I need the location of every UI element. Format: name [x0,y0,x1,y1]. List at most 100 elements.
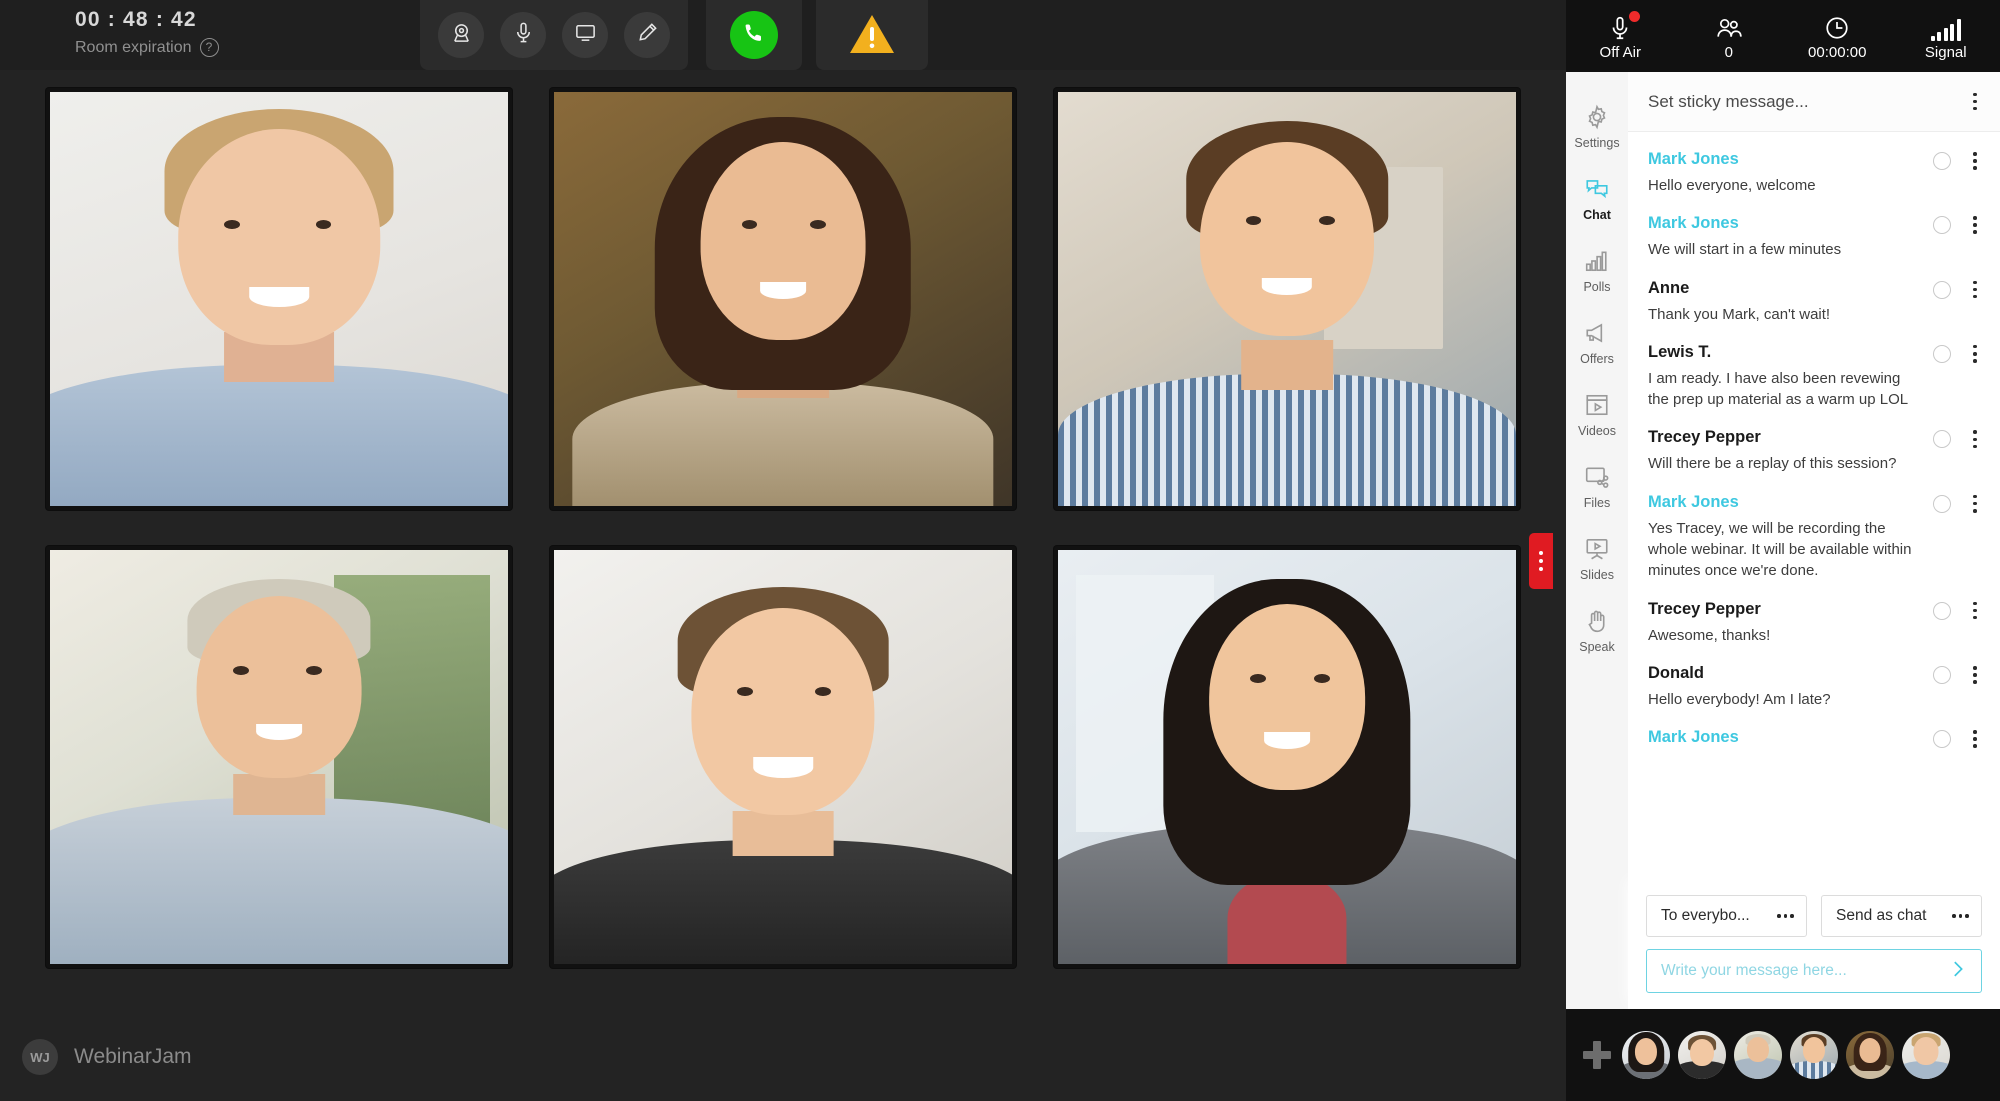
avatar[interactable] [1678,1031,1726,1079]
megaphone-icon [1584,319,1610,347]
add-participant-button[interactable] [1580,1038,1614,1072]
chat-message-select-radio[interactable] [1933,280,1951,299]
chat-message-author: Mark Jones [1648,492,1739,511]
brand-logo: WJ WebinarJam [22,1039,192,1075]
status-attendees[interactable]: 0 [1675,11,1784,61]
camera-button[interactable] [438,12,484,58]
status-signal[interactable]: Signal [1892,11,2000,61]
chat-message-author: Trecey Pepper [1648,599,1761,618]
top-toolbar: 00 : 48 : 42 Room expiration ? [0,0,1566,70]
panel-collapse-handle[interactable] [1529,533,1553,589]
video-tile[interactable] [1054,88,1520,510]
chat-message-menu-icon[interactable] [1964,601,1986,620]
sticky-message-placeholder: Set sticky message... [1648,91,1809,111]
sidebar-item-chat[interactable]: Chat [1566,162,1628,234]
warning-triangle-icon [847,11,897,60]
phone-icon [742,21,766,50]
chat-message-text: Will there be a replay of this session? [1648,455,1897,473]
send-mode-selector[interactable]: Send as chat [1821,895,1982,937]
status-elapsed[interactable]: 00:00:00 [1783,11,1892,61]
chat-message-select-radio[interactable] [1933,494,1951,513]
chat-message-menu-icon[interactable] [1964,280,1986,299]
sidebar-item-polls[interactable]: Polls [1566,234,1628,306]
annotate-pen-icon [636,21,659,49]
participant-2-video [554,92,1012,506]
chat-message-list[interactable]: Mark Jones Hello everyone, welcome Mark … [1628,132,2000,1009]
sidebar-item-offers[interactable]: Offers [1566,306,1628,378]
chat-message-select-radio[interactable] [1933,344,1951,363]
audience-selector[interactable]: To everybo... [1646,895,1807,937]
status-signal-label: Signal [1924,44,1967,61]
sticky-message-row[interactable]: Set sticky message... [1628,72,2000,132]
sidebar-item-files[interactable]: Files [1566,450,1628,522]
status-off-air-label: Off Air [1599,44,1641,61]
participant-avatar-bar [1566,1009,2000,1101]
video-tile[interactable] [550,546,1016,968]
chat-message-menu-icon[interactable] [1964,730,1986,749]
chat-message-select-radio[interactable] [1933,730,1951,749]
chat-message-menu-icon[interactable] [1964,216,1986,235]
avatar[interactable] [1902,1031,1950,1079]
chat-message-menu-icon[interactable] [1964,665,1986,684]
message-input-wrapper[interactable] [1646,949,1982,993]
participant-4-video [50,550,508,964]
microphone-button[interactable] [500,12,546,58]
media-controls-group [420,0,688,70]
chat-message-text: I am ready. I have also been revewing th… [1648,369,1909,409]
status-off-air[interactable]: Off Air [1566,11,1675,61]
composer-selectors: To everybo... Send as chat [1646,895,1982,937]
chat-message-author: Mark Jones [1648,150,1739,168]
stage-area: 00 : 48 : 42 Room expiration ? WJ Webina… [0,0,1566,1101]
avatar[interactable] [1846,1031,1894,1079]
call-button[interactable] [730,11,778,59]
chat-message-text: Thank you Mark, can't wait! [1648,305,1831,323]
sidebar-item-settings[interactable]: Settings [1566,90,1628,162]
status-bar: Off Air 0 00:00:00 Signal [1566,0,2000,72]
chat-message-text: Awesome, thanks! [1648,626,1771,644]
chat-message-menu-icon[interactable] [1964,344,1986,363]
participant-1-video [50,92,508,506]
chat-message-menu-icon[interactable] [1964,152,1986,170]
chat-message-select-radio[interactable] [1933,216,1951,235]
chat-message-menu-icon[interactable] [1964,494,1986,513]
raised-hand-icon [1584,607,1610,635]
sidebar-item-slides[interactable]: Slides [1566,522,1628,594]
sidebar-item-chat-label: Chat [1583,207,1611,222]
video-tile[interactable] [550,88,1016,510]
chat-message-select-radio[interactable] [1933,152,1951,170]
message-input[interactable] [1661,962,1939,980]
video-tile[interactable] [46,546,512,968]
screen-share-button[interactable] [562,12,608,58]
sticky-message-menu-icon[interactable] [1964,92,1986,111]
sidebar-item-videos[interactable]: Videos [1566,378,1628,450]
chat-message-select-radio[interactable] [1933,601,1951,620]
chat-message-author: Mark Jones [1648,214,1739,233]
send-chevron-icon[interactable] [1947,958,1969,985]
attendees-icon [1715,11,1743,41]
warning-button[interactable] [846,12,898,58]
chat-message-select-radio[interactable] [1933,665,1951,684]
avatar[interactable] [1790,1031,1838,1079]
chat-message-menu-icon[interactable] [1964,430,1986,449]
room-expiration-block: 00 : 48 : 42 Room expiration ? [0,0,420,57]
help-icon[interactable]: ? [199,38,219,57]
video-tile[interactable] [1054,546,1520,968]
chat-message-author: Mark Jones [1648,728,1739,747]
chat-message-author: Trecey Pepper [1648,428,1761,447]
chat-message: Donald Hello everybody! Am I late? [1628,656,2000,720]
chat-message: Mark Jones [1628,720,2000,763]
annotate-button[interactable] [624,12,670,58]
sidebar-item-settings-label: Settings [1574,135,1620,150]
participant-5-video [554,550,1012,964]
video-tile[interactable] [46,88,512,510]
audience-selector-label: To everybo... [1661,907,1750,924]
avatar[interactable] [1622,1031,1670,1079]
sidebar-item-speak[interactable]: Speak [1566,594,1628,666]
chat-message: Lewis T. I am ready. I have also been re… [1628,335,2000,421]
sidebar-item-offers-label: Offers [1580,351,1614,366]
sidebar-item-speak-label: Speak [1579,639,1615,654]
room-expiration-label: Room expiration [75,38,192,56]
chat-message-select-radio[interactable] [1933,430,1951,449]
avatar[interactable] [1734,1031,1782,1079]
video-grid [46,88,1520,968]
